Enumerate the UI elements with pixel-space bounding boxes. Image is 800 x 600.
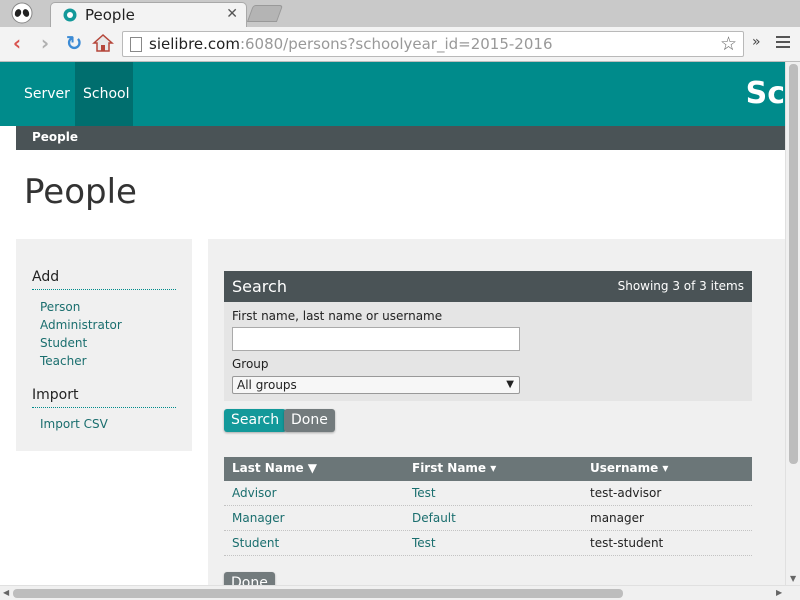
vertical-scrollbar[interactable]: ▼ [785, 62, 800, 585]
cell-first-name[interactable]: Default [412, 511, 456, 525]
vertical-scroll-thumb[interactable] [789, 64, 798, 464]
search-panel: Search Showing 3 of 3 items First name, … [224, 271, 752, 401]
sidebar-heading-import: Import [32, 387, 176, 408]
search-header: Search Showing 3 of 3 items [224, 271, 752, 302]
star-icon[interactable]: ☆ [720, 33, 737, 55]
menu-icon[interactable] [776, 36, 790, 50]
sidebar-link-administrator[interactable]: Administrator [40, 318, 122, 332]
sidebar-link-import-csv[interactable]: Import CSV [40, 417, 108, 431]
horizontal-scroll-thumb[interactable] [13, 589, 623, 598]
cell-username: test-student [590, 536, 664, 550]
item-count: Showing 3 of 3 items [617, 279, 744, 293]
alien-logo-icon [11, 2, 33, 24]
new-tab-button[interactable] [246, 5, 284, 22]
horizontal-scrollbar[interactable]: ◀ ▶ [0, 585, 800, 600]
home-icon[interactable] [92, 32, 114, 54]
sidebar-link-person[interactable]: Person [40, 300, 80, 314]
column-header-username[interactable]: Username ▾ [590, 461, 668, 475]
address-bar[interactable]: sielibre.com:6080/persons?schoolyear_id=… [122, 31, 744, 57]
name-search-input[interactable] [232, 327, 520, 351]
group-field-label: Group [232, 357, 269, 371]
scroll-left-arrow-icon[interactable]: ◀ [3, 588, 9, 597]
nav-item-server[interactable]: Server [16, 62, 78, 126]
sidebar-heading-add: Add [32, 269, 176, 290]
sidebar: Add Person Administrator Student Teacher… [16, 239, 192, 451]
done-button[interactable]: Done [284, 409, 335, 432]
cell-first-name[interactable]: Test [412, 536, 436, 550]
search-button[interactable]: Search [224, 409, 287, 432]
cell-last-name[interactable]: Advisor [232, 486, 277, 500]
search-title: Search [232, 277, 287, 296]
cell-last-name[interactable]: Student [232, 536, 279, 550]
column-header-first-name[interactable]: First Name ▾ [412, 461, 496, 475]
dropdown-arrow-icon: ▼ [506, 379, 514, 390]
column-header-last-name[interactable]: Last Name ▼ [232, 461, 317, 475]
scroll-down-arrow-icon[interactable]: ▼ [790, 574, 796, 583]
group-select-value: All groups [237, 378, 297, 392]
cell-first-name[interactable]: Test [412, 486, 436, 500]
top-navigation: Server School Sc [0, 62, 785, 126]
sidebar-link-student[interactable]: Student [40, 336, 87, 350]
url-text[interactable]: sielibre.com:6080/persons?schoolyear_id=… [149, 35, 552, 53]
cell-username: manager [590, 511, 644, 525]
page-title: People [24, 172, 137, 212]
breadcrumb: People [16, 126, 785, 150]
table-row: Student Test test-student [224, 531, 752, 556]
cell-last-name[interactable]: Manager [232, 511, 285, 525]
people-table: Last Name ▼ First Name ▾ Username ▾ Advi… [224, 457, 752, 556]
scroll-right-arrow-icon[interactable]: ▶ [776, 588, 782, 597]
done-button-bottom[interactable]: Done [224, 572, 275, 585]
back-icon[interactable]: ‹ [6, 32, 28, 54]
table-row: Manager Default manager [224, 506, 752, 531]
brand-logo[interactable]: Sc [746, 76, 785, 111]
main-content: Search Showing 3 of 3 items First name, … [208, 239, 785, 585]
browser-toolbar: ‹ › ↻ sielibre.com:6080/persons?schoolye… [0, 27, 800, 62]
table-row: Advisor Test test-advisor [224, 481, 752, 506]
forward-icon[interactable]: › [34, 32, 56, 54]
table-header: Last Name ▼ First Name ▾ Username ▾ [224, 457, 752, 481]
overflow-chevron-icon[interactable]: » [752, 34, 761, 50]
favicon-icon [63, 8, 77, 22]
close-icon[interactable]: ✕ [226, 6, 238, 22]
nav-item-school[interactable]: School [75, 62, 133, 126]
page-viewport: Server School Sc People People Add Perso… [0, 62, 785, 585]
tab-title: People [85, 6, 135, 24]
page-icon [130, 37, 142, 52]
tab-people[interactable]: People ✕ [50, 2, 247, 28]
breadcrumb-people[interactable]: People [32, 130, 78, 144]
group-select[interactable]: All groups ▼ [232, 376, 520, 394]
cell-username: test-advisor [590, 486, 662, 500]
browser-tab-strip: People ✕ [0, 0, 800, 28]
name-field-label: First name, last name or username [232, 309, 443, 323]
sidebar-link-teacher[interactable]: Teacher [40, 354, 87, 368]
reload-icon[interactable]: ↻ [63, 32, 85, 54]
